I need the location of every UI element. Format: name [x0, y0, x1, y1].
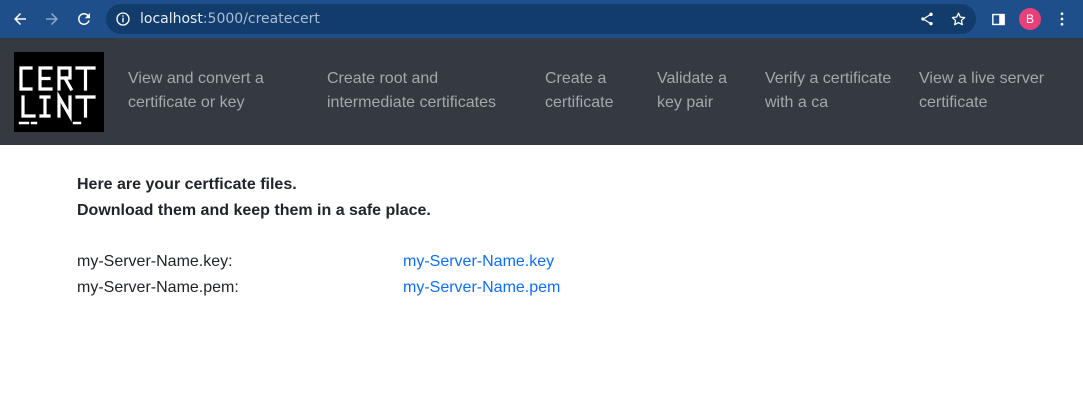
nav-create-certificate-line1: Create a [545, 70, 607, 87]
browser-toolbar: localhost:5000/createcert B [0, 0, 1083, 38]
download-link-pem[interactable]: my-Server-Name.pem [403, 278, 560, 298]
site-info-icon[interactable] [114, 10, 132, 28]
certlint-logo[interactable] [14, 52, 104, 132]
download-link-key[interactable]: my-Server-Name.key [403, 252, 554, 272]
nav-view-convert[interactable]: View and convert a certificate or key [128, 67, 308, 115]
arrow-right-icon [46, 13, 58, 25]
nav-verify-certificate-line2: with a ca [765, 94, 829, 111]
file-label-pem: my-Server-Name.pem: [77, 279, 239, 296]
nav-view-live-server-line2: certificate [919, 94, 988, 111]
forward-button[interactable] [40, 7, 64, 31]
nav-create-certificate[interactable]: Create a certificate [545, 67, 635, 115]
nav-verify-certificate[interactable]: Verify a certificate with a ca [765, 67, 905, 115]
page-heading-line1: Here are your certficate files. [77, 176, 297, 193]
reload-button[interactable] [72, 7, 96, 31]
side-panel-icon[interactable] [986, 7, 1010, 31]
nav-create-root-line2: intermediate certificates [327, 94, 496, 111]
nav-validate-key-pair-line1: Validate a [657, 70, 727, 87]
url-text[interactable]: localhost:5000/createcert [140, 11, 320, 27]
profile-avatar[interactable]: B [1019, 8, 1041, 30]
nav-create-certificate-line2: certificate [545, 94, 614, 111]
nav-view-convert-line1: View and convert a [128, 70, 264, 87]
url-host: localhost [140, 11, 203, 27]
url-path: :5000/createcert [202, 11, 320, 27]
back-button[interactable] [8, 7, 32, 31]
arrow-left-icon [14, 13, 26, 25]
page-heading-line2: Download them and keep them in a safe pl… [77, 202, 431, 219]
nav-validate-key-pair[interactable]: Validate a key pair [657, 67, 747, 115]
reload-icon [77, 12, 90, 25]
main-content: Here are your certficate files. Download… [77, 172, 431, 224]
share-icon[interactable] [918, 10, 936, 28]
nav-verify-certificate-line1: Verify a certificate [765, 70, 892, 87]
bookmark-star-icon[interactable] [949, 10, 967, 28]
nav-view-convert-line2: certificate or key [128, 94, 245, 111]
nav-validate-key-pair-line2: key pair [657, 94, 714, 111]
kebab-menu-icon[interactable] [1050, 7, 1074, 31]
address-bar[interactable]: localhost:5000/createcert [106, 4, 976, 34]
site-navbar: View and convert a certificate or key Cr… [0, 38, 1083, 145]
nav-create-root-line1: Create root and [327, 70, 439, 87]
nav-view-live-server-line1: View a live server [919, 70, 1045, 87]
nav-view-live-server[interactable]: View a live server certificate [919, 67, 1069, 115]
file-label-key: my-Server-Name.key: [77, 253, 233, 270]
nav-create-root[interactable]: Create root and intermediate certificate… [327, 67, 517, 115]
